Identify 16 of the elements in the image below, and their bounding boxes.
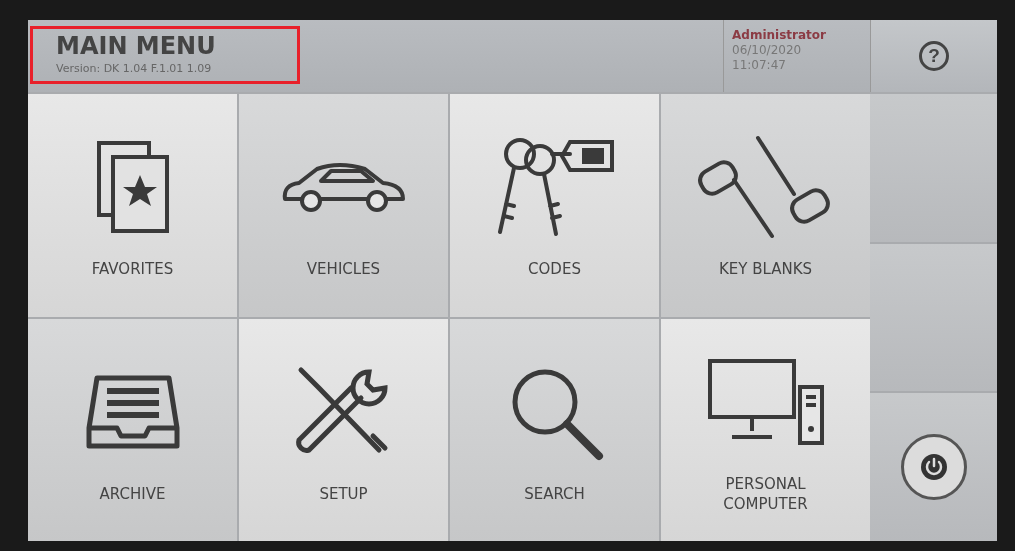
menu-tile[interactable]: KEY BLANKS xyxy=(661,94,870,317)
desktop-computer-icon xyxy=(705,356,826,447)
date-text: 06/10/2020 xyxy=(732,43,803,57)
menu-tile[interactable]: PERSONAL COMPUTER xyxy=(661,318,870,541)
help-button[interactable]: ? xyxy=(870,20,997,92)
screen-title: MAIN MENU xyxy=(56,32,217,60)
menu-tile[interactable]: SETUP xyxy=(239,318,448,541)
version-text: Version: DK 1.04 F.1.01 1.09 xyxy=(56,62,213,75)
menu-tile[interactable]: CODES xyxy=(450,94,659,317)
time-text: 11:07:47 xyxy=(732,58,787,72)
menu-tile[interactable]: FAVORITES xyxy=(28,94,237,317)
menu-tile[interactable]: SEARCH xyxy=(450,318,659,541)
menu-tile[interactable]: VEHICLES xyxy=(239,94,448,317)
power-icon xyxy=(918,452,949,483)
menu-tile[interactable]: ARCHIVE xyxy=(28,318,237,541)
user-name: Administrator xyxy=(732,28,827,42)
